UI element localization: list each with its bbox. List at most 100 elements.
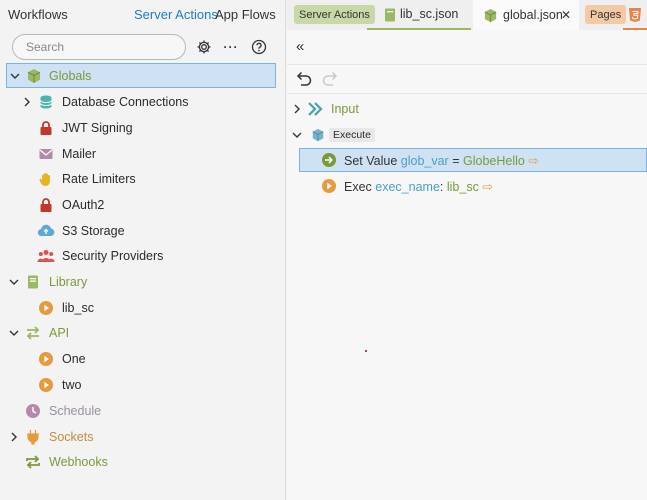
- tab-label: lib_sc.json: [400, 7, 459, 21]
- redo-icon[interactable]: [321, 70, 339, 91]
- set-value-variable: glob_var: [400, 153, 449, 168]
- set-value-keyword: Set Value: [344, 153, 398, 168]
- search-input[interactable]: Search: [12, 34, 186, 60]
- cube-icon: [309, 126, 327, 144]
- tab-html[interactable]: [623, 0, 647, 30]
- workflow-sidebar: Workflows Server Actions App Flows Searc…: [0, 0, 286, 500]
- tab-bar: Server Actions lib_sc.json global.json ✕…: [287, 0, 647, 30]
- tab-pages[interactable]: Pages: [585, 5, 627, 24]
- html5-icon: [626, 6, 644, 24]
- tree-label: Database Connections: [62, 94, 189, 109]
- chevron-right-icon[interactable]: [21, 96, 33, 108]
- gear-icon[interactable]: [195, 38, 213, 56]
- help-icon[interactable]: [250, 38, 268, 56]
- chevron-right-icon[interactable]: [8, 431, 20, 443]
- undo-toolbar: [287, 64, 647, 94]
- mail-icon: [37, 145, 55, 163]
- repeat-arrows-icon: [24, 453, 42, 471]
- chevron-down-icon[interactable]: [8, 276, 20, 288]
- tree-item-webhooks[interactable]: Webhooks: [0, 449, 286, 474]
- undo-icon[interactable]: [295, 70, 313, 91]
- tree-label: Globals: [49, 68, 92, 83]
- tree-item-sockets[interactable]: Sockets: [0, 424, 286, 449]
- play-circle-icon: [37, 376, 55, 394]
- hand-icon: [37, 170, 55, 188]
- database-icon: [37, 93, 55, 111]
- chevron-right-icon[interactable]: [291, 103, 303, 115]
- tree-item-lib-sc[interactable]: lib_sc: [0, 295, 286, 320]
- exec-value: lib_sc: [446, 179, 479, 194]
- tree-item-s3-storage[interactable]: S3 Storage: [0, 218, 286, 243]
- cloud-upload-icon: [37, 222, 55, 240]
- exec-colon: :: [439, 179, 444, 194]
- tree-label: two: [62, 377, 82, 392]
- play-circle-icon: [37, 350, 55, 368]
- set-value-equals: =: [452, 153, 460, 168]
- users-icon: [37, 247, 55, 265]
- tree-item-database-connections[interactable]: Database Connections: [0, 89, 286, 114]
- tree-label: One: [62, 351, 86, 366]
- tree-item-library[interactable]: Library: [0, 269, 286, 294]
- execute-step[interactable]: Execute: [287, 123, 647, 147]
- input-step[interactable]: Input: [287, 97, 647, 121]
- workflows-link[interactable]: Workflows: [8, 7, 68, 22]
- tree-label: Mailer: [62, 146, 97, 161]
- set-value-step[interactable]: Set Value glob_var = GlobeHello ⇨: [299, 148, 647, 172]
- tree-label: Schedule: [49, 403, 102, 418]
- book-icon: [24, 273, 42, 291]
- chevron-down-icon[interactable]: [9, 70, 21, 82]
- tab-label: global.json: [503, 8, 563, 22]
- tree-item-rate-limiters[interactable]: Rate Limiters: [0, 166, 286, 191]
- tree-item-security-providers[interactable]: Security Providers: [0, 243, 286, 268]
- tab-lib-sc[interactable]: lib_sc.json: [367, 0, 471, 30]
- more-icon[interactable]: ···: [222, 38, 240, 56]
- arrow-circle-icon: [320, 151, 338, 169]
- sidebar-topnav: Workflows Server Actions App Flows: [0, 0, 286, 30]
- exec-keyword: Exec: [344, 179, 372, 194]
- tree-item-globals[interactable]: Globals: [6, 63, 276, 88]
- tree-item-mailer[interactable]: Mailer: [0, 141, 286, 166]
- tree-label: JWT Signing: [62, 120, 133, 135]
- execute-label: Execute: [329, 128, 375, 142]
- set-value-value: GlobeHello: [463, 153, 525, 168]
- tree-item-one[interactable]: One: [0, 346, 286, 371]
- tree-item-jwt-signing[interactable]: JWT Signing: [0, 115, 286, 140]
- collapse-panel-icon[interactable]: «: [296, 38, 304, 55]
- play-circle-icon: [37, 299, 55, 317]
- app-flows-link[interactable]: App Flows: [215, 7, 276, 22]
- play-circle-icon: [320, 177, 338, 195]
- exec-variable: exec_name: [375, 179, 440, 194]
- tab-server-actions[interactable]: Server Actions: [294, 5, 375, 24]
- chevron-down-icon[interactable]: [291, 129, 303, 141]
- tree-label: Security Providers: [62, 248, 164, 263]
- tree-label: Library: [49, 274, 88, 289]
- input-label: Input: [331, 102, 359, 116]
- tree-item-oauth2[interactable]: OAuth2: [0, 192, 286, 217]
- server-actions-link[interactable]: Server Actions: [134, 7, 218, 22]
- search-row: Search ···: [0, 34, 286, 60]
- tree-label: API: [49, 325, 70, 340]
- exec-step[interactable]: Exec exec_name: lib_sc ⇨: [299, 174, 647, 198]
- tree-label: Sockets: [49, 429, 94, 444]
- tree-label: lib_sc: [62, 300, 94, 315]
- lock-icon: [37, 196, 55, 214]
- plug-icon: [24, 428, 42, 446]
- red-dot: [365, 350, 367, 352]
- tree-item-api[interactable]: API: [0, 320, 286, 345]
- tree-label: OAuth2: [62, 197, 105, 212]
- close-icon[interactable]: ✕: [561, 8, 571, 22]
- tab-global[interactable]: global.json ✕: [473, 0, 579, 30]
- tree-item-schedule[interactable]: Schedule: [0, 398, 286, 423]
- double-chevron-icon: [307, 100, 325, 118]
- editor-panel: Server Actions lib_sc.json global.json ✕…: [287, 0, 647, 500]
- chevron-down-icon[interactable]: [8, 327, 20, 339]
- clock-icon: [24, 402, 42, 420]
- tree-label: S3 Storage: [62, 223, 125, 238]
- tree-label: Rate Limiters: [62, 171, 136, 186]
- link-out-icon[interactable]: ⇨: [482, 180, 492, 194]
- lock-icon: [37, 119, 55, 137]
- tree-label: Webhooks: [49, 454, 108, 469]
- book-icon: [381, 6, 399, 24]
- link-out-icon[interactable]: ⇨: [528, 154, 538, 168]
- tree-item-two[interactable]: two: [0, 372, 286, 397]
